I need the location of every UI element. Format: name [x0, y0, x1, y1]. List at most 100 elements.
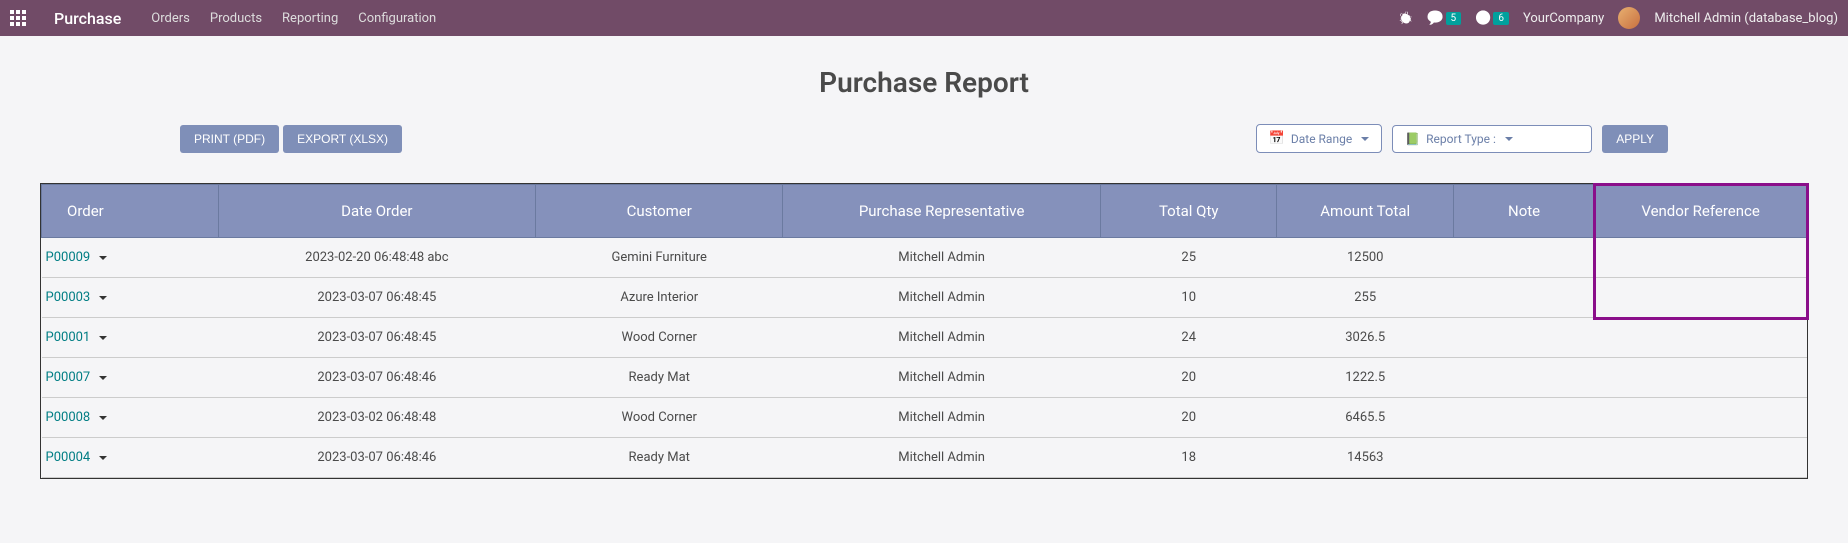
cell-note — [1453, 398, 1594, 438]
cell-customer: Gemini Furniture — [536, 238, 783, 278]
company-switcher[interactable]: YourCompany — [1523, 11, 1604, 26]
date-range-dropdown[interactable]: 📅 Date Range — [1256, 124, 1383, 153]
cell-note — [1453, 238, 1594, 278]
chevron-down-icon — [1505, 137, 1513, 141]
th-date-order: Date Order — [218, 185, 536, 238]
page-content: Purchase Report PRINT (PDF) EXPORT (XLSX… — [0, 36, 1848, 499]
cell-qty: 25 — [1100, 238, 1277, 278]
cell-note — [1453, 358, 1594, 398]
th-total-qty: Total Qty — [1100, 185, 1277, 238]
cell-note — [1453, 438, 1594, 478]
menu-orders[interactable]: Orders — [151, 11, 190, 26]
book-icon — [1405, 132, 1420, 146]
toolbar: PRINT (PDF) EXPORT (XLSX) 📅 Date Range R… — [40, 124, 1808, 153]
cell-representative: Mitchell Admin — [783, 238, 1101, 278]
th-vendor-reference: Vendor Reference — [1595, 185, 1807, 238]
chevron-down-icon — [99, 456, 107, 460]
cell-note — [1453, 278, 1594, 318]
menu-configuration[interactable]: Configuration — [358, 11, 436, 26]
cell-qty: 20 — [1100, 398, 1277, 438]
date-range-label: Date Range — [1291, 132, 1352, 146]
apply-button[interactable]: APPLY — [1602, 125, 1668, 153]
th-representative: Purchase Representative — [783, 185, 1101, 238]
order-link[interactable]: P00003 — [46, 290, 108, 305]
table-container: Order Date Order Customer Purchase Repre… — [40, 183, 1808, 479]
cell-representative: Mitchell Admin — [783, 398, 1101, 438]
cell-amount: 6465.5 — [1277, 398, 1454, 438]
cell-qty: 10 — [1100, 278, 1277, 318]
activities-icon[interactable]: 6 — [1475, 10, 1509, 26]
cell-vendor-ref — [1595, 438, 1807, 478]
order-link[interactable]: P00004 — [46, 450, 108, 465]
cell-amount: 12500 — [1277, 238, 1454, 278]
cell-amount: 1222.5 — [1277, 358, 1454, 398]
cell-customer: Ready Mat — [536, 358, 783, 398]
order-link[interactable]: P00001 — [46, 330, 108, 345]
app-name[interactable]: Purchase — [54, 9, 121, 28]
user-menu[interactable]: Mitchell Admin (database_blog) — [1654, 11, 1838, 26]
report-type-label: Report Type : — [1426, 132, 1496, 146]
cell-qty: 24 — [1100, 318, 1277, 358]
table-row: P00001 2023-03-07 06:48:45 Wood Corner M… — [42, 318, 1807, 358]
chevron-down-icon — [1361, 137, 1369, 141]
export-buttons: PRINT (PDF) EXPORT (XLSX) — [180, 125, 402, 153]
export-xlsx-button[interactable]: EXPORT (XLSX) — [283, 125, 402, 153]
table-row: P00009 2023-02-20 06:48:48 abc Gemini Fu… — [42, 238, 1807, 278]
cell-representative: Mitchell Admin — [783, 318, 1101, 358]
th-customer: Customer — [536, 185, 783, 238]
menu-reporting[interactable]: Reporting — [282, 11, 338, 26]
cell-qty: 20 — [1100, 358, 1277, 398]
table-header-row: Order Date Order Customer Purchase Repre… — [42, 185, 1807, 238]
cell-amount: 3026.5 — [1277, 318, 1454, 358]
menu-products[interactable]: Products — [210, 11, 262, 26]
th-amount-total: Amount Total — [1277, 185, 1454, 238]
messaging-icon[interactable]: 5 — [1427, 10, 1461, 26]
cell-date: 2023-03-07 06:48:45 — [218, 278, 536, 318]
cell-vendor-ref — [1595, 358, 1807, 398]
chevron-down-icon — [99, 376, 107, 380]
cell-representative: Mitchell Admin — [783, 358, 1101, 398]
calendar-icon: 📅 — [1269, 131, 1285, 146]
cell-vendor-ref — [1595, 398, 1807, 438]
cell-customer: Ready Mat — [536, 438, 783, 478]
cell-representative: Mitchell Admin — [783, 278, 1101, 318]
order-link[interactable]: P00007 — [46, 370, 108, 385]
cell-date: 2023-03-02 06:48:48 — [218, 398, 536, 438]
cell-note — [1453, 318, 1594, 358]
cell-representative: Mitchell Admin — [783, 438, 1101, 478]
report-type-dropdown[interactable]: Report Type : — [1392, 125, 1592, 153]
avatar[interactable] — [1618, 7, 1640, 29]
table-row: P00007 2023-03-07 06:48:46 Ready Mat Mit… — [42, 358, 1807, 398]
cell-date: 2023-02-20 06:48:48 abc — [218, 238, 536, 278]
apps-grid-icon[interactable] — [10, 10, 26, 26]
table-row: P00003 2023-03-07 06:48:45 Azure Interio… — [42, 278, 1807, 318]
cell-vendor-ref — [1595, 238, 1807, 278]
cell-vendor-ref — [1595, 278, 1807, 318]
navbar-left: Purchase Orders Products Reporting Confi… — [10, 9, 436, 28]
cell-qty: 18 — [1100, 438, 1277, 478]
report-table: Order Date Order Customer Purchase Repre… — [41, 184, 1807, 478]
cell-customer: Azure Interior — [536, 278, 783, 318]
cell-date: 2023-03-07 06:48:46 — [218, 358, 536, 398]
cell-vendor-ref — [1595, 318, 1807, 358]
page-title: Purchase Report — [40, 66, 1808, 99]
table-row: P00004 2023-03-07 06:48:46 Ready Mat Mit… — [42, 438, 1807, 478]
cell-date: 2023-03-07 06:48:46 — [218, 438, 536, 478]
cell-date: 2023-03-07 06:48:45 — [218, 318, 536, 358]
chevron-down-icon — [99, 256, 107, 260]
top-navbar: Purchase Orders Products Reporting Confi… — [0, 0, 1848, 36]
order-link[interactable]: P00008 — [46, 410, 108, 425]
navbar-right: 5 6 YourCompany Mitchell Admin (database… — [1398, 7, 1838, 29]
cell-amount: 14563 — [1277, 438, 1454, 478]
order-link[interactable]: P00009 — [46, 250, 108, 265]
chevron-down-icon — [99, 416, 107, 420]
debug-icon[interactable] — [1398, 11, 1413, 25]
print-pdf-button[interactable]: PRINT (PDF) — [180, 125, 279, 153]
cell-amount: 255 — [1277, 278, 1454, 318]
cell-customer: Wood Corner — [536, 318, 783, 358]
cell-customer: Wood Corner — [536, 398, 783, 438]
clock-badge: 6 — [1493, 12, 1509, 25]
chevron-down-icon — [99, 296, 107, 300]
table-row: P00008 2023-03-02 06:48:48 Wood Corner M… — [42, 398, 1807, 438]
chevron-down-icon — [99, 336, 107, 340]
